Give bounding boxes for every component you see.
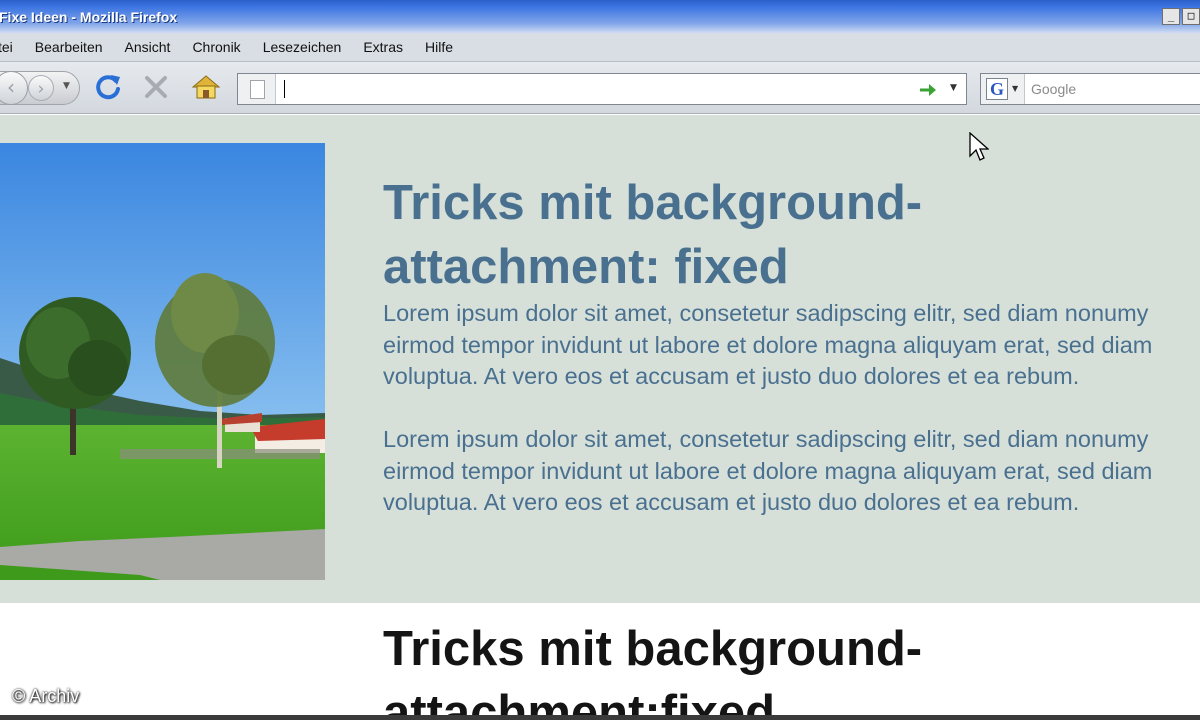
minimize-button[interactable]: _: [1162, 8, 1180, 25]
url-input[interactable]: [280, 77, 900, 101]
archive-watermark: © Archiv: [12, 686, 80, 706]
window-title: Fixe Ideen - Mozilla Firefox: [0, 8, 178, 25]
menu-tools[interactable]: Extras: [352, 39, 414, 55]
search-engine-button[interactable]: G ▼: [981, 74, 1025, 104]
menu-help[interactable]: Hilfe: [414, 39, 464, 55]
page-content: Tricks mit background-attachment: fixed …: [0, 115, 1200, 720]
page-icon: [238, 74, 276, 104]
paragraph-1: Lorem ipsum dolor sit amet, consetetur s…: [383, 300, 1153, 389]
title-bar: Fixe Ideen - Mozilla Firefox _ □: [0, 0, 1200, 33]
mouse-cursor-icon: [969, 132, 989, 161]
navigation-toolbar: ‹ › ▼ ▼ G ▼: [0, 62, 1200, 114]
menu-file[interactable]: tei: [0, 39, 24, 55]
bottom-edge: [0, 715, 1200, 720]
engine-dropdown-icon: ▼: [1012, 84, 1019, 93]
landscape-photo: [0, 143, 325, 580]
page-heading: Tricks mit background-attachment: fixed: [383, 176, 923, 294]
google-icon: G: [986, 78, 1008, 100]
text-caret: [284, 80, 285, 98]
page-heading-2: Tricks mit background-attachment:fixed: [383, 622, 923, 720]
menu-history[interactable]: Chronik: [181, 39, 251, 55]
url-dropdown-icon[interactable]: ▼: [950, 83, 957, 93]
back-icon: ‹: [7, 75, 15, 99]
window-controls: _ □: [1162, 8, 1200, 25]
search-bar[interactable]: G ▼: [980, 73, 1200, 105]
maximize-button[interactable]: □: [1182, 8, 1200, 25]
menu-edit[interactable]: Bearbeiten: [24, 39, 114, 55]
stop-icon[interactable]: [143, 74, 169, 100]
address-bar[interactable]: ▼: [237, 73, 967, 105]
reload-icon[interactable]: [93, 72, 123, 102]
menu-bar: tei Bearbeiten Ansicht Chronik Lesezeich…: [0, 33, 1200, 62]
go-arrow-icon[interactable]: [918, 81, 938, 99]
forward-icon: ›: [37, 79, 45, 99]
history-dropdown-icon[interactable]: ▼: [63, 81, 70, 91]
fixed-background-box: Tricks mit background-attachment: fixed …: [0, 115, 1200, 603]
paragraph-2: Lorem ipsum dolor sit amet, consetetur s…: [383, 426, 1153, 515]
menu-view[interactable]: Ansicht: [114, 39, 182, 55]
menu-bookmarks[interactable]: Lesezeichen: [252, 39, 353, 55]
search-input[interactable]: [1031, 78, 1200, 100]
forward-button[interactable]: ›: [28, 75, 54, 101]
home-icon[interactable]: [191, 73, 221, 101]
